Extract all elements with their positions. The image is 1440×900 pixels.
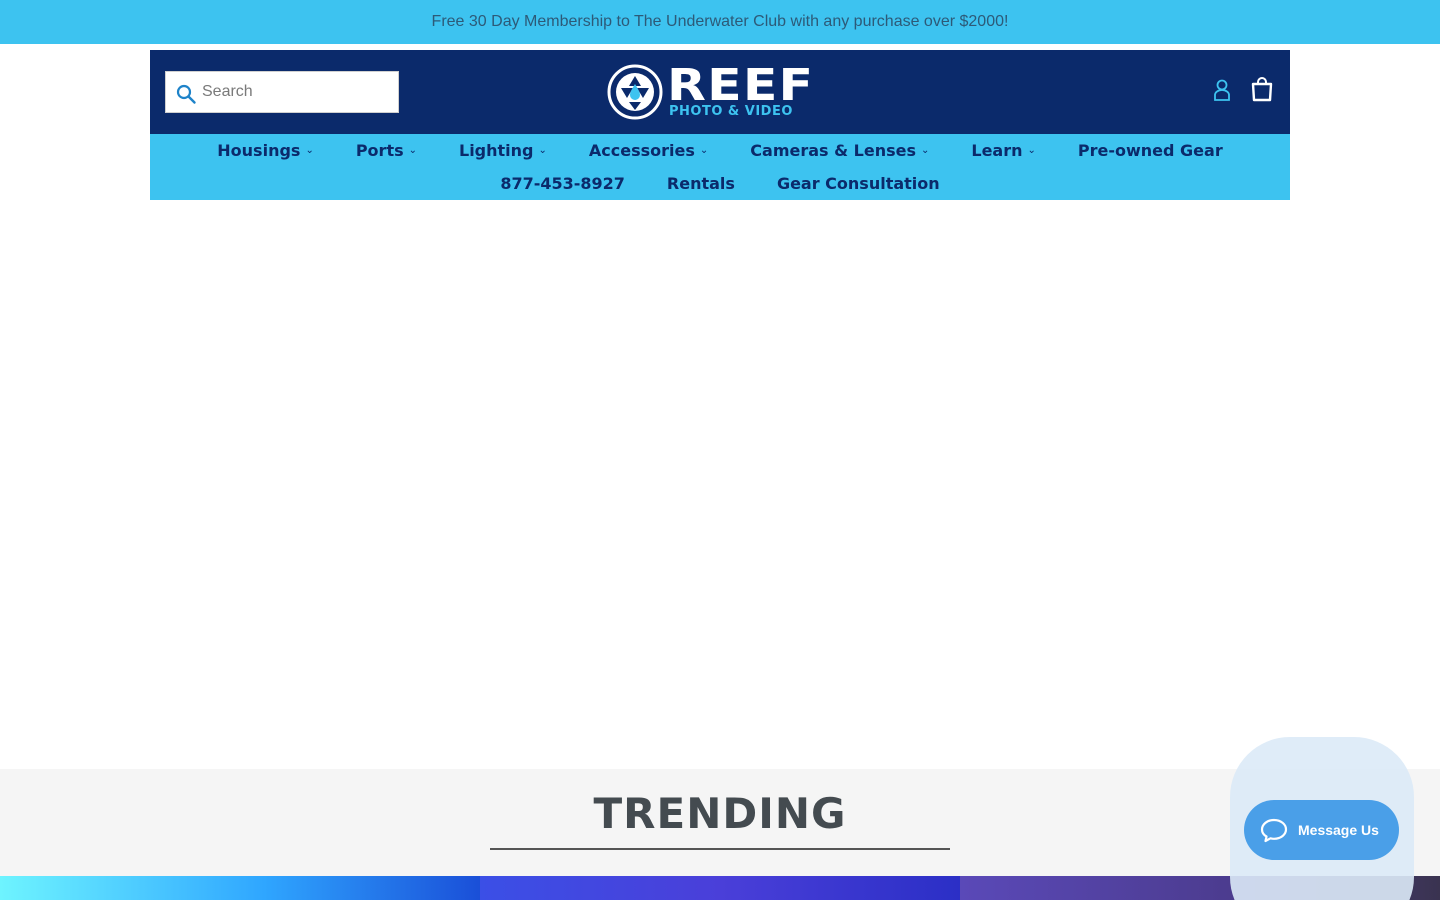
trending-divider <box>490 848 950 850</box>
site-header: REEF PHOTO & VIDEO <box>150 50 1290 134</box>
chevron-down-icon: ⌄ <box>305 144 314 156</box>
site-logo[interactable]: REEF PHOTO & VIDEO <box>607 60 835 122</box>
message-us-label: Message Us <box>1298 822 1379 838</box>
nav-item-lighting[interactable]: Lighting ⌄ <box>438 138 568 162</box>
nav-item-label: Lighting <box>459 140 534 160</box>
account-icon[interactable] <box>1211 78 1233 102</box>
nav-item-rentals[interactable]: Rentals <box>646 171 756 195</box>
message-us-button[interactable]: Message Us <box>1244 800 1399 860</box>
nav-row-secondary: 877-453-8927 Rentals Gear Consultation <box>150 171 1290 195</box>
nav-item-phone[interactable]: 877-453-8927 <box>479 171 646 195</box>
nav-item-pre-owned-gear[interactable]: Pre-owned Gear <box>1057 138 1244 162</box>
nav-item-label: Accessories <box>588 140 695 160</box>
nav-item-ports[interactable]: Ports ⌄ <box>335 138 438 162</box>
nav-item-housings[interactable]: Housings ⌄ <box>196 138 335 162</box>
trending-title: TRENDING <box>593 789 847 838</box>
announcement-text: Free 30 Day Membership to The Underwater… <box>431 13 1009 30</box>
trending-section: TRENDING <box>0 769 1440 900</box>
search-box <box>165 71 399 113</box>
chevron-down-icon: ⌄ <box>408 144 417 156</box>
trending-tile-1[interactable] <box>0 876 480 900</box>
chevron-down-icon: ⌄ <box>538 144 547 156</box>
chevron-down-icon: ⌄ <box>699 144 709 156</box>
nav-item-label: Gear Consultation <box>776 173 940 193</box>
nav-item-label: Housings <box>217 140 301 160</box>
nav-item-cameras-lenses[interactable]: Cameras & Lenses ⌄ <box>729 138 950 162</box>
cart-icon[interactable] <box>1250 76 1274 102</box>
nav-item-label: Rentals <box>666 173 735 193</box>
nav-item-accessories[interactable]: Accessories ⌄ <box>568 138 729 162</box>
nav-item-label: Ports <box>355 140 404 160</box>
chevron-down-icon: ⌄ <box>920 144 930 156</box>
nav-item-label: 877-453-8927 <box>500 173 625 193</box>
trending-tile-2[interactable] <box>480 876 960 900</box>
nav-row-primary: Housings ⌄ Ports ⌄ Lighting ⌄ Accessorie… <box>150 138 1290 162</box>
nav-item-label: Cameras & Lenses <box>750 140 916 160</box>
search-input[interactable] <box>202 78 392 106</box>
aperture-logo-icon <box>607 64 663 120</box>
main-navigation: Housings ⌄ Ports ⌄ Lighting ⌄ Accessorie… <box>150 134 1290 200</box>
logo-subtitle: PHOTO & VIDEO <box>669 104 793 119</box>
chevron-down-icon: ⌄ <box>1027 144 1036 156</box>
nav-item-label: Learn <box>971 140 1023 160</box>
announcement-bar[interactable]: Free 30 Day Membership to The Underwater… <box>0 0 1440 44</box>
nav-item-gear-consultation[interactable]: Gear Consultation <box>756 171 961 195</box>
nav-item-learn[interactable]: Learn ⌄ <box>950 138 1057 162</box>
nav-item-label: Pre-owned Gear <box>1077 140 1223 160</box>
chat-icon <box>1260 818 1288 843</box>
search-icon[interactable] <box>175 83 197 105</box>
